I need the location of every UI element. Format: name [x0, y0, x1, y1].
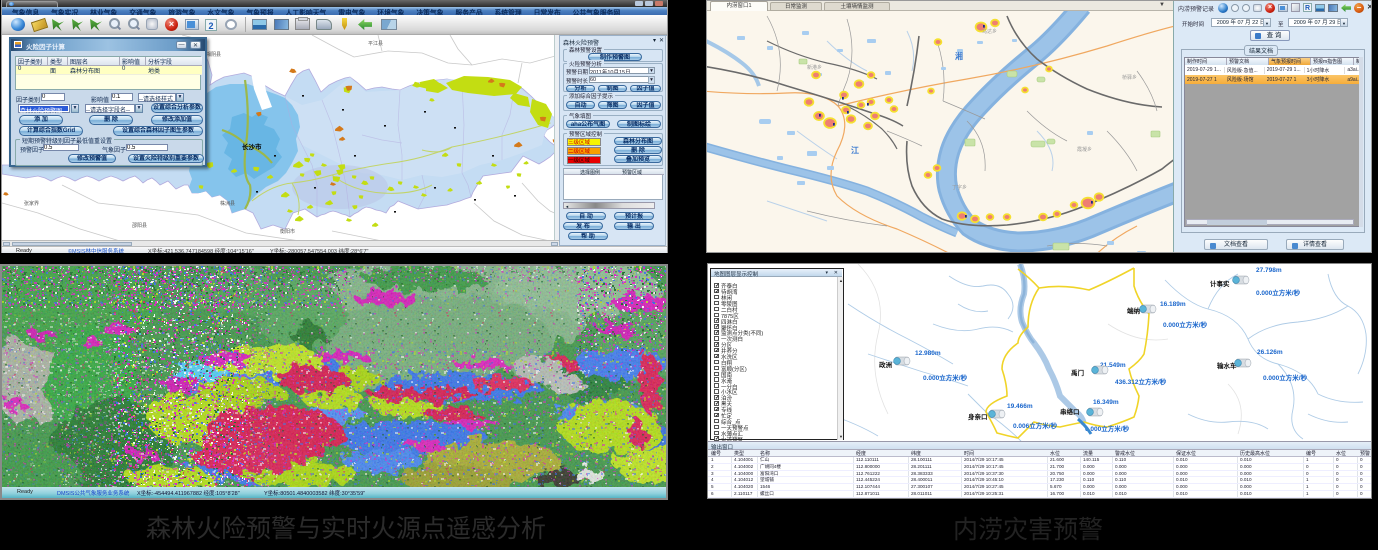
svg-text:政洲: 政洲	[879, 360, 893, 369]
svg-text:0.000立方米/秒: 0.000立方米/秒	[1263, 373, 1308, 382]
svg-text:江: 江	[851, 145, 859, 155]
svg-text:丁字乡: 丁字乡	[952, 184, 967, 191]
svg-text:霞凝乡: 霞凝乡	[1077, 146, 1092, 153]
svg-text:邵阳县: 邵阳县	[132, 222, 147, 229]
svg-text:衡阳市: 衡阳市	[280, 228, 295, 235]
svg-text:19.466m: 19.466m	[1007, 403, 1033, 410]
svg-text:湘: 湘	[955, 51, 963, 61]
svg-text:串络口: 串络口	[1060, 407, 1080, 416]
svg-text:端纳: 端纳	[1127, 306, 1141, 315]
svg-text:长沙市: 长沙市	[242, 142, 262, 151]
svg-text:0.000立方米/秒: 0.000立方米/秒	[1256, 288, 1301, 297]
svg-text:16.189m: 16.189m	[1160, 301, 1186, 308]
svg-text:张家界: 张家界	[24, 200, 39, 207]
svg-text:输水车: 输水车	[1217, 361, 1237, 370]
svg-text:计事实: 计事实	[1210, 279, 1230, 288]
svg-text:新港乡: 新港乡	[807, 64, 822, 71]
svg-text:湘阴县: 湘阴县	[206, 51, 221, 58]
svg-text:禹门: 禹门	[1071, 368, 1085, 377]
svg-text:26.126m: 26.126m	[1257, 349, 1283, 356]
svg-text:乌达乡: 乌达乡	[982, 28, 997, 35]
svg-text:株洲县: 株洲县	[220, 200, 235, 207]
svg-text:436.312立方米/秒: 436.312立方米/秒	[1115, 377, 1167, 386]
svg-text:桥驿乡: 桥驿乡	[1122, 74, 1137, 81]
svg-text:16.349m: 16.349m	[1093, 399, 1119, 406]
svg-text:12.980m: 12.980m	[915, 350, 941, 357]
svg-text:0.000立方米/秒: 0.000立方米/秒	[1163, 320, 1208, 329]
svg-text:身亲口: 身亲口	[968, 412, 988, 421]
svg-text:27.798m: 27.798m	[1256, 267, 1282, 274]
svg-text:0.000立方米/秒: 0.000立方米/秒	[1085, 424, 1130, 433]
svg-text:0.000立方米/秒: 0.000立方米/秒	[923, 373, 968, 382]
svg-text:平江县: 平江县	[368, 40, 383, 47]
svg-text:0.006立方米/秒: 0.006立方米/秒	[1013, 421, 1058, 430]
